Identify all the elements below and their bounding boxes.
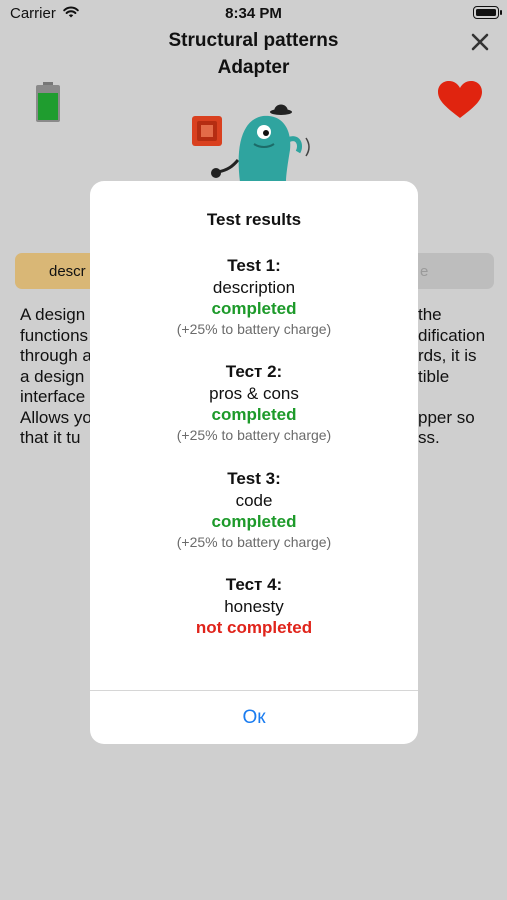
test-name: Test 3: [227, 469, 281, 488]
test-topic: honesty [224, 597, 284, 616]
ok-button[interactable]: Ок [90, 691, 418, 744]
test-status: completed [211, 299, 297, 318]
test-topic: description [212, 278, 296, 297]
test-name: Тест 2: [225, 362, 283, 381]
test-status: completed [211, 405, 297, 424]
test-status: completed [211, 512, 297, 531]
test-topic: code [235, 491, 273, 510]
test-result-3: Test 3: code completed (+25% to battery … [90, 468, 418, 552]
dialog-title: Test results [206, 210, 302, 229]
test-name: Test 1: [227, 256, 281, 275]
test-name: Тест 4: [225, 575, 283, 594]
test-result-1: Test 1: description completed (+25% to b… [90, 255, 418, 339]
test-result-2: Тест 2: pros & cons completed (+25% to b… [90, 361, 418, 445]
test-results-dialog: Test results Test 1: description complet… [90, 181, 418, 744]
test-topic: pros & cons [209, 384, 299, 403]
test-result-4: Тест 4: honesty not completed [90, 574, 418, 639]
test-status: not completed [195, 618, 313, 637]
test-bonus: (+25% to battery charge) [176, 534, 332, 550]
test-bonus: (+25% to battery charge) [176, 427, 332, 443]
test-bonus: (+25% to battery charge) [176, 321, 332, 337]
